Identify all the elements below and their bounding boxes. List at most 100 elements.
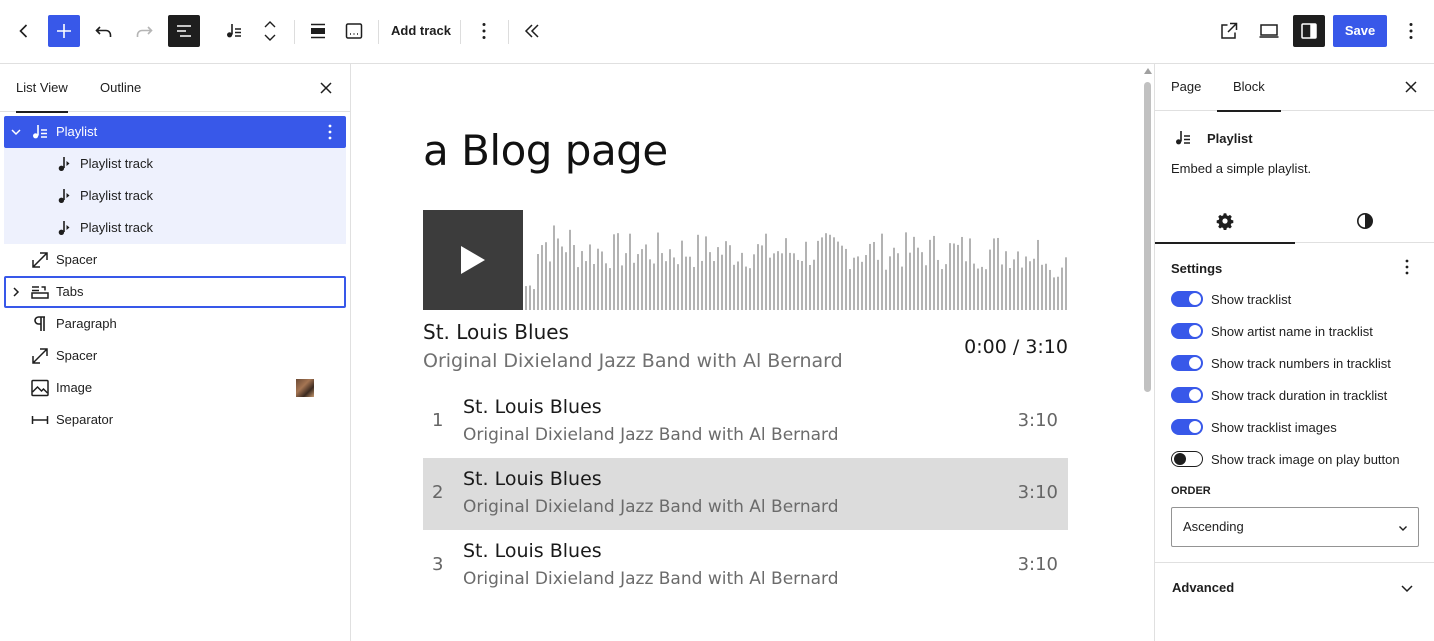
waveform-bar: [985, 269, 987, 310]
tab-list-view[interactable]: List View: [16, 64, 68, 113]
tab-block[interactable]: Block: [1217, 64, 1281, 112]
settings-heading: Settings: [1171, 261, 1223, 276]
tab-styles[interactable]: [1295, 199, 1434, 243]
close-icon[interactable]: [314, 76, 338, 100]
image-icon: [28, 376, 52, 400]
chevron-down-icon[interactable]: [8, 124, 24, 140]
toggle-switch[interactable]: [1171, 451, 1203, 467]
waveform-bar: [717, 247, 719, 310]
waveform-bar: [817, 240, 819, 310]
editor-toolbar: Add track Save: [0, 0, 1434, 64]
toggle-show-tracklist[interactable]: Show tracklist: [1171, 289, 1291, 309]
list-item-spacer[interactable]: Spacer: [4, 340, 346, 372]
toggle-switch[interactable]: [1171, 387, 1203, 403]
list-item-image[interactable]: Image: [4, 372, 346, 404]
waveform-bar: [545, 242, 547, 310]
waveform-bar: [725, 241, 727, 310]
chevron-right-icon[interactable]: [8, 284, 24, 300]
scroll-up-icon[interactable]: [1144, 68, 1152, 74]
toggle-switch[interactable]: [1171, 323, 1203, 339]
track-row[interactable]: 3 St. Louis Blues Original Dixieland Jaz…: [423, 530, 1068, 602]
options-menu-icon[interactable]: [1399, 14, 1423, 48]
scrollbar-thumb[interactable]: [1144, 82, 1151, 392]
track-duration: 3:10: [1017, 554, 1058, 575]
toggle-switch[interactable]: [1171, 291, 1203, 307]
list-item-paragraph[interactable]: Paragraph: [4, 308, 346, 340]
align-icon[interactable]: [306, 14, 330, 48]
toggle-switch[interactable]: [1171, 355, 1203, 371]
settings-sidebar-button[interactable]: [1293, 15, 1325, 47]
waveform-bar: [713, 261, 715, 310]
toggle-show-track-image-on-play[interactable]: Show track image on play button: [1171, 449, 1400, 469]
waveform-bar: [529, 285, 531, 310]
waveform-bar: [1037, 239, 1039, 310]
add-track-button[interactable]: Add track: [391, 14, 451, 48]
list-item-label: Playlist track: [80, 220, 153, 235]
redo-icon[interactable]: [132, 14, 156, 48]
toggle-show-artist-name[interactable]: Show artist name in tracklist: [1171, 321, 1373, 341]
back-icon[interactable]: [12, 14, 36, 48]
waveform-bar: [829, 234, 831, 310]
waveform-bar: [549, 261, 551, 310]
advanced-panel-toggle[interactable]: Advanced: [1155, 562, 1434, 612]
list-item-tabs[interactable]: Tabs: [4, 276, 346, 308]
toggle-label: Show track numbers in tracklist: [1211, 355, 1391, 371]
waveform-bar: [729, 245, 731, 310]
undo-icon[interactable]: [92, 14, 116, 48]
caption-icon[interactable]: [342, 14, 366, 48]
play-button[interactable]: [423, 210, 523, 310]
waveform-bar: [665, 261, 667, 310]
page-title[interactable]: a Blog page: [423, 126, 668, 175]
toggle-switch[interactable]: [1171, 419, 1203, 435]
waveform-bar: [849, 269, 851, 310]
collapse-toolbar-icon[interactable]: [520, 14, 544, 48]
external-link-icon[interactable]: [1217, 14, 1241, 48]
waveform-bar: [949, 243, 951, 310]
close-icon[interactable]: [1399, 75, 1423, 99]
more-options-icon[interactable]: [318, 120, 342, 144]
waveform-bar: [905, 232, 907, 310]
waveform[interactable]: [523, 210, 1068, 310]
playlist-icon[interactable]: [222, 14, 246, 48]
canvas-scrollbar[interactable]: [1141, 64, 1154, 641]
tab-page[interactable]: Page: [1171, 64, 1201, 111]
toggle-show-track-duration[interactable]: Show track duration in tracklist: [1171, 385, 1387, 405]
track-row[interactable]: 1 St. Louis Blues Original Dixieland Jaz…: [423, 386, 1068, 458]
more-options-icon[interactable]: [472, 14, 496, 48]
tab-settings[interactable]: [1155, 199, 1295, 244]
move-up-down-icon[interactable]: [258, 14, 282, 48]
list-view-button[interactable]: [168, 15, 200, 47]
list-item-playlist-track[interactable]: Playlist track: [4, 148, 346, 180]
list-item-playlist-track[interactable]: Playlist track: [4, 212, 346, 244]
toggle-show-track-numbers[interactable]: Show track numbers in tracklist: [1171, 353, 1391, 373]
tab-outline[interactable]: Outline: [100, 64, 141, 112]
waveform-bar: [929, 239, 931, 310]
list-item-spacer[interactable]: Spacer: [4, 244, 346, 276]
track-artist: Original Dixieland Jazz Band with Al Ber…: [463, 425, 839, 445]
waveform-bar: [669, 249, 671, 310]
order-select[interactable]: Ascending: [1171, 507, 1419, 547]
list-item-label: Spacer: [56, 252, 98, 267]
track-artist: Original Dixieland Jazz Band with Al Ber…: [463, 497, 839, 517]
toggle-label: Show track image on play button: [1211, 451, 1400, 467]
track-title: St. Louis Blues: [463, 396, 602, 418]
waveform-bar: [1005, 251, 1007, 310]
chevron-down-icon: [1395, 576, 1419, 600]
save-button[interactable]: Save: [1333, 15, 1387, 47]
list-item-separator[interactable]: Separator: [4, 404, 346, 436]
toggle-show-tracklist-images[interactable]: Show tracklist images: [1171, 417, 1337, 437]
waveform-bar: [525, 286, 527, 310]
track-row[interactable]: 2 St. Louis Blues Original Dixieland Jaz…: [423, 458, 1068, 530]
waveform-bar: [553, 225, 555, 310]
list-item-playlist-track[interactable]: Playlist track: [4, 180, 346, 212]
list-item-playlist[interactable]: Playlist: [4, 116, 346, 148]
toggle-label: Show artist name in tracklist: [1211, 323, 1373, 339]
more-options-icon[interactable]: [1395, 255, 1419, 279]
add-block-button[interactable]: [48, 15, 80, 47]
waveform-bar: [1041, 264, 1043, 310]
waveform-bar: [557, 238, 559, 310]
track-artist: Original Dixieland Jazz Band with Al Ber…: [463, 569, 839, 589]
waveform-bar: [893, 247, 895, 310]
waveform-bar: [913, 236, 915, 310]
device-preview-icon[interactable]: [1257, 14, 1281, 48]
